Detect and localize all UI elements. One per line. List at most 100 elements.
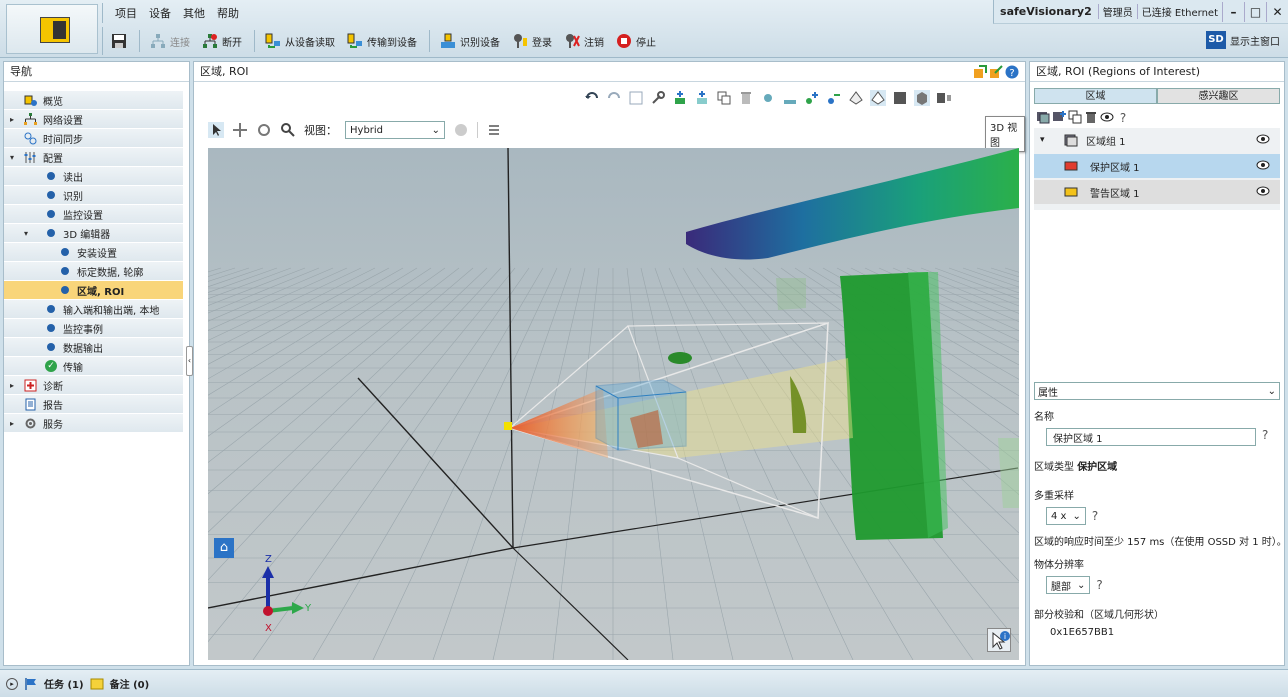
home-view-button[interactable]: ⌂ — [214, 538, 234, 558]
nav-item[interactable]: ▾ 配置 — [4, 148, 183, 166]
remove-point-icon[interactable] — [826, 90, 842, 106]
expand-status-icon[interactable]: ▸ — [6, 677, 18, 690]
2d-view-icon[interactable] — [892, 90, 908, 106]
copy-icon[interactable] — [716, 90, 732, 106]
nav-item[interactable]: 监控事例 — [4, 319, 183, 337]
3d-view-icon[interactable] — [914, 90, 930, 106]
nav-item[interactable]: 监控设置 — [4, 205, 183, 223]
tab-roi[interactable]: 感兴趣区 — [1157, 88, 1280, 104]
properties-dropdown[interactable]: 属性 ⌄ — [1034, 382, 1280, 400]
disconnect-button[interactable]: 断开 — [202, 33, 242, 49]
view-region-icon[interactable] — [848, 90, 864, 106]
import-icon[interactable] — [989, 65, 1003, 79]
region-label: 保护区域 1 — [1090, 162, 1140, 174]
nav-item[interactable]: 数据输出 — [4, 338, 183, 356]
resolution-help-icon[interactable]: ? — [1096, 578, 1102, 592]
nav-item[interactable]: 标定数据, 轮廓 — [4, 262, 183, 280]
expand-toggle-icon[interactable]: ▸ — [10, 115, 14, 124]
nav-item[interactable]: ✓ 传输 — [4, 357, 183, 375]
nav-item[interactable]: 区域, ROI — [4, 281, 183, 299]
transfer-to-device-button[interactable]: 传输到设备 — [347, 33, 417, 49]
expand-toggle-icon[interactable]: ▸ — [10, 381, 14, 390]
view-mode-select[interactable]: Hybrid ⌄ — [345, 121, 445, 139]
multisample-help-icon[interactable]: ? — [1092, 509, 1098, 523]
eye-icon[interactable] — [1256, 133, 1270, 145]
login-button[interactable]: 登录 — [512, 33, 552, 49]
move-point-icon[interactable] — [760, 90, 776, 106]
trash-icon[interactable] — [1084, 110, 1098, 124]
multisample-select[interactable]: 4 x ⌄ — [1046, 507, 1086, 525]
close-button[interactable]: ✕ — [1266, 1, 1288, 22]
duplicate-icon[interactable] — [1068, 110, 1082, 124]
nav-item[interactable]: 输入端和输出端, 本地 — [4, 300, 183, 318]
add-roi-icon[interactable] — [694, 90, 710, 106]
region-group-row[interactable]: ▾ 区域组 1 — [1034, 128, 1280, 152]
maximize-button[interactable]: □ — [1244, 1, 1266, 22]
identify-device-button[interactable]: 识别设备 — [440, 33, 500, 49]
eye-icon[interactable] — [1256, 185, 1270, 197]
export-icon[interactable] — [973, 65, 987, 79]
add-field-icon[interactable] — [1052, 110, 1066, 124]
region-row[interactable]: 警告区域 1 — [1034, 180, 1280, 204]
nav-item[interactable]: 读出 — [4, 167, 183, 185]
read-from-device-button[interactable]: 从设备读取 — [265, 33, 335, 49]
notes-tab[interactable]: 备注 (0) — [110, 676, 150, 691]
nav-item[interactable]: 识别 — [4, 186, 183, 204]
wrench-icon[interactable] — [650, 90, 666, 106]
nav-item[interactable]: ▸ 服务 — [4, 414, 183, 432]
expand-toggle-icon[interactable]: ▾ — [24, 229, 28, 238]
menu-project[interactable]: 项目 — [109, 3, 143, 23]
tab-regions[interactable]: 区域 — [1034, 88, 1157, 104]
add-point-icon[interactable] — [804, 90, 820, 106]
nav-item[interactable]: 报告 — [4, 395, 183, 413]
logout-button[interactable]: 注销 — [564, 33, 604, 49]
expand-toggle-icon[interactable]: ▾ — [10, 153, 14, 162]
nav-item[interactable]: ▾ 3D 编辑器 — [4, 224, 183, 242]
3d-scene[interactable]: Z Y X — [208, 148, 1019, 660]
redo-icon[interactable] — [606, 90, 622, 106]
stop-button[interactable]: 停止 — [616, 33, 656, 49]
add-group-icon[interactable] — [1036, 110, 1050, 124]
side-view-icon[interactable] — [936, 90, 952, 106]
connect-button[interactable]: 连接 — [150, 33, 190, 49]
undo-icon[interactable] — [584, 90, 600, 106]
delete-icon[interactable] — [738, 90, 754, 106]
resolution-select[interactable]: 腿部 ⌄ — [1046, 576, 1091, 594]
rotate-icon[interactable] — [256, 122, 272, 138]
list-icon[interactable] — [486, 122, 502, 138]
3d-viewport[interactable]: Z Y X ⌂ i — [208, 148, 1019, 660]
select-cursor-icon[interactable] — [208, 122, 224, 138]
menu-device[interactable]: 设备 — [143, 3, 177, 23]
collapse-toggle[interactable]: ▾ — [1040, 135, 1045, 145]
eye-icon[interactable] — [1256, 159, 1270, 171]
save-button[interactable] — [111, 33, 127, 49]
add-region-icon[interactable] — [672, 90, 688, 106]
show-main-window-button[interactable]: SD 显示主窗口 — [1206, 31, 1280, 49]
device-logo — [40, 17, 70, 43]
name-help-icon[interactable]: ? — [1262, 428, 1268, 442]
panel-splitter[interactable]: ‹ — [186, 346, 193, 376]
info-button[interactable]: i — [987, 628, 1011, 652]
expand-toggle-icon[interactable]: ▸ — [10, 419, 14, 428]
help-question-icon[interactable]: ? — [1116, 110, 1130, 124]
region-row[interactable]: 保护区域 1 — [1034, 154, 1280, 178]
nav-item[interactable]: 时间同步 — [4, 129, 183, 147]
menu-other[interactable]: 其他 — [177, 3, 211, 23]
zoom-icon[interactable] — [280, 122, 296, 138]
nav-item[interactable]: 安装设置 — [4, 243, 183, 261]
transfer-device-icon — [347, 33, 362, 48]
nav-item[interactable]: ▸ 网络设置 — [4, 110, 183, 128]
nav-item[interactable]: ▸ 诊断 — [4, 376, 183, 394]
tasks-tab[interactable]: 任务 (1) — [44, 676, 84, 691]
visibility-eye-icon[interactable] — [1100, 110, 1114, 124]
palette-icon[interactable] — [453, 122, 469, 138]
grid-icon[interactable] — [628, 90, 644, 106]
scale-icon[interactable] — [782, 90, 798, 106]
name-input[interactable]: 保护区域 1 — [1046, 428, 1256, 446]
nav-item[interactable]: 概览 — [4, 91, 183, 109]
menu-help[interactable]: 帮助 — [211, 3, 245, 23]
view-region-active-icon[interactable] — [870, 90, 886, 106]
minimize-button[interactable]: – — [1222, 1, 1244, 22]
help-icon[interactable]: ? — [1005, 65, 1019, 79]
pan-icon[interactable] — [232, 122, 248, 138]
